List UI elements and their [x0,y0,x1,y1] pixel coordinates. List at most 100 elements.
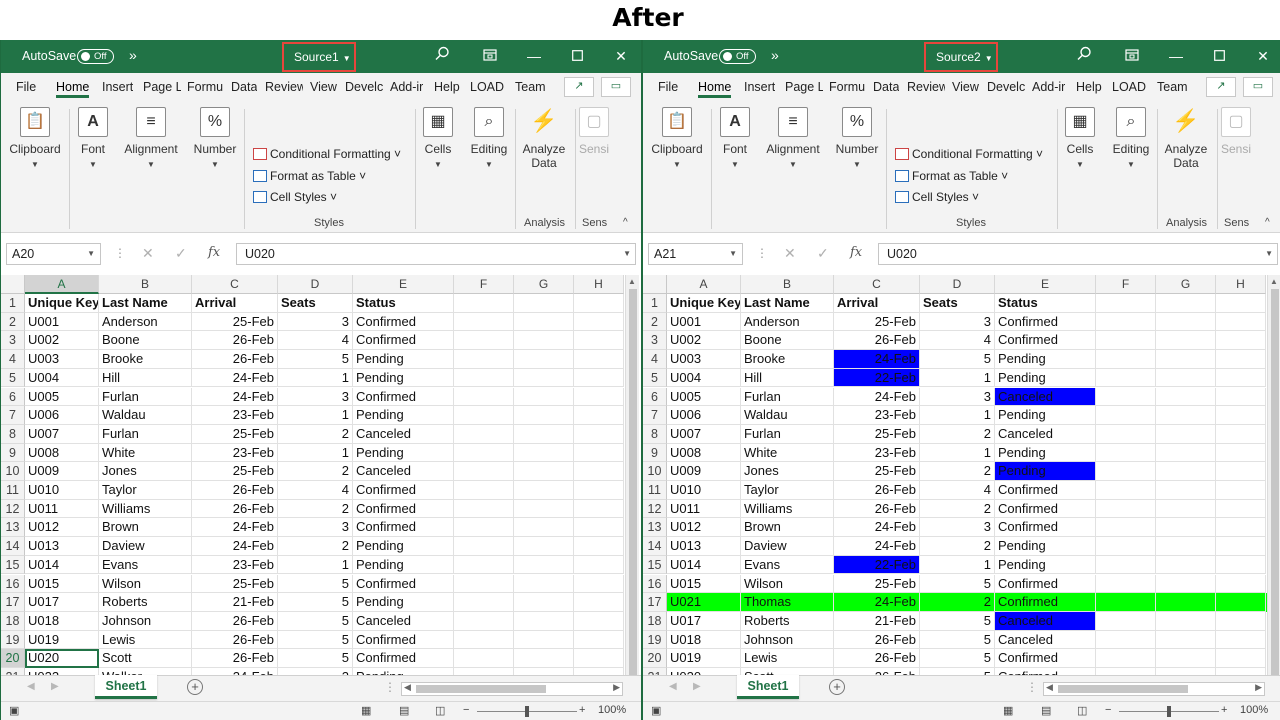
cell-c18[interactable]: 26-Feb [192,611,278,631]
cell-a1[interactable]: Unique Key [667,294,741,313]
cell-d18[interactable]: 5 [920,611,995,631]
cell-d19[interactable]: 5 [920,630,995,650]
editing-group[interactable]: ⌕ Editing ▼ [467,107,511,225]
cell-a11[interactable]: U010 [25,481,99,500]
cell-g18[interactable] [514,611,574,631]
cell-d16[interactable]: 5 [920,574,995,594]
maximize-icon[interactable] [1208,46,1230,66]
cell-c1[interactable]: Arrival [192,294,278,313]
cell-c14[interactable]: 24-Feb [834,537,920,556]
horizontal-scrollbar[interactable]: ◀ ▶ [401,682,623,696]
cell-b14[interactable]: Daview [741,537,834,556]
cell-e14[interactable]: Pending [995,537,1096,556]
cell-g1[interactable] [1156,294,1216,313]
cell-a4[interactable]: U003 [25,350,99,369]
column-header-f[interactable]: F [454,275,514,294]
row-header[interactable]: 1 [643,294,667,313]
cell-b10[interactable]: Jones [99,462,192,481]
column-header-d[interactable]: D [920,275,995,294]
cell-b11[interactable]: Taylor [741,481,834,500]
cell-d11[interactable]: 4 [278,481,353,500]
cell-h2[interactable] [1216,312,1266,332]
cells-group[interactable]: ▦ Cells ▼ [1063,107,1097,225]
cell-b1[interactable]: Last Name [741,294,834,313]
row-header[interactable]: 2 [1,312,25,332]
cell-a17[interactable]: U021 [667,593,741,612]
cell-h6[interactable] [1216,387,1266,407]
row-header[interactable]: 7 [643,406,667,425]
cell-a8[interactable]: U007 [25,424,99,444]
cell-h2[interactable] [574,312,624,332]
cell-c8[interactable]: 25-Feb [192,424,278,444]
cell-f9[interactable] [1096,443,1156,463]
cell-e19[interactable]: Canceled [995,630,1096,650]
cell-d3[interactable]: 4 [920,331,995,351]
cell-d14[interactable]: 2 [920,537,995,556]
cell-a15[interactable]: U014 [667,555,741,575]
cell-f1[interactable] [454,294,514,313]
cell-h14[interactable] [574,537,624,556]
cell-e6[interactable]: Confirmed [353,387,454,407]
cell-a6[interactable]: U005 [25,387,99,407]
cell-d4[interactable]: 5 [278,350,353,369]
cell-f18[interactable] [454,611,514,631]
comments-icon[interactable]: ▭ [1243,77,1273,97]
name-box[interactable]: A21 ▼ [648,243,743,265]
cell-h16[interactable] [574,574,624,594]
cell-b12[interactable]: Williams [99,499,192,519]
row-header[interactable]: 6 [1,387,25,407]
cell-a7[interactable]: U006 [25,406,99,425]
cell-d15[interactable]: 1 [278,555,353,575]
tab-view[interactable]: View [310,80,337,94]
cell-f7[interactable] [454,406,514,425]
cell-g19[interactable] [1156,630,1216,650]
cell-c20[interactable]: 26-Feb [834,649,920,668]
cell-c11[interactable]: 26-Feb [192,481,278,500]
row-header[interactable]: 12 [643,499,667,519]
row-header[interactable]: 7 [1,406,25,425]
cell-d11[interactable]: 4 [920,481,995,500]
cell-d6[interactable]: 3 [920,387,995,407]
cell-d12[interactable]: 2 [920,499,995,519]
cell-d1[interactable]: Seats [920,294,995,313]
cell-a11[interactable]: U010 [667,481,741,500]
cell-c18[interactable]: 21-Feb [834,611,920,631]
collapse-ribbon-icon[interactable]: ^ [623,217,628,228]
select-all-corner[interactable] [643,275,667,294]
cell-a18[interactable]: U017 [667,611,741,631]
zoom-slider[interactable] [1167,706,1171,717]
ribbon-display-icon[interactable] [1121,46,1143,66]
scroll-up-icon[interactable]: ▲ [628,277,636,286]
cancel-icon[interactable]: ✕ [784,245,796,262]
cell-g6[interactable] [514,387,574,407]
cell-b11[interactable]: Taylor [99,481,192,500]
next-sheet-icon[interactable]: ▶ [693,681,701,692]
cell-c13[interactable]: 24-Feb [192,518,278,538]
cell-c4[interactable]: 24-Feb [834,350,920,369]
macro-record-icon[interactable]: ▣ [651,704,661,717]
cell-h11[interactable] [1216,481,1266,500]
cell-d20[interactable]: 5 [278,649,353,668]
cell-e18[interactable]: Canceled [353,611,454,631]
close-icon[interactable]: ✕ [610,46,632,66]
cell-c4[interactable]: 26-Feb [192,350,278,369]
cell-c20[interactable]: 26-Feb [192,649,278,668]
cell-a18[interactable]: U018 [25,611,99,631]
cell-d13[interactable]: 3 [278,518,353,538]
cell-c16[interactable]: 25-Feb [192,574,278,594]
cell-c17[interactable]: 21-Feb [192,593,278,612]
row-header[interactable]: 14 [643,537,667,556]
cell-f20[interactable] [1096,649,1156,668]
cell-e11[interactable]: Confirmed [995,481,1096,500]
cell-b19[interactable]: Johnson [741,630,834,650]
cell-e7[interactable]: Pending [995,406,1096,425]
cell-g1[interactable] [514,294,574,313]
cell-c10[interactable]: 25-Feb [192,462,278,481]
cell-e17[interactable]: Pending [353,593,454,612]
cell-e13[interactable]: Confirmed [353,518,454,538]
cell-d8[interactable]: 2 [278,424,353,444]
cell-g19[interactable] [514,630,574,650]
cell-g10[interactable] [1156,462,1216,481]
cell-e4[interactable]: Pending [995,350,1096,369]
enter-icon[interactable]: ✓ [817,245,829,262]
